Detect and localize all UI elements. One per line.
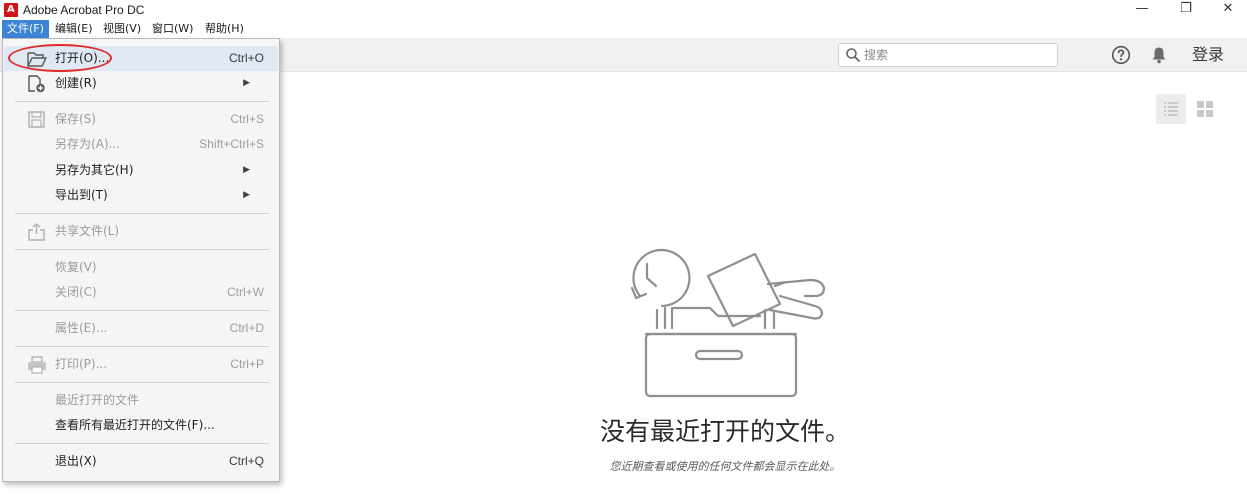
menu-item-exit[interactable]: 退出(X) Ctrl+Q <box>4 449 278 474</box>
share-icon <box>28 223 45 241</box>
file-menu-dropdown: 打开(O)... Ctrl+O 创建(R) ▶ 保存(S) Ctrl+S 另存为… <box>2 38 280 482</box>
login-button[interactable]: 登录 <box>1186 43 1230 67</box>
menu-item-save-as-other[interactable]: 另存为其它(H) ▶ <box>4 158 278 183</box>
menu-item-share[interactable]: 共享文件(L) <box>4 219 278 244</box>
menu-divider <box>15 382 269 383</box>
menu-divider <box>15 213 269 214</box>
grid-view-icon[interactable] <box>1195 99 1215 119</box>
list-view-toggle[interactable] <box>1156 94 1186 124</box>
search-icon <box>846 48 860 62</box>
menu-edit[interactable]: 编辑(E) <box>50 20 98 38</box>
menu-item-properties[interactable]: 属性(E)... Ctrl+D <box>4 316 278 341</box>
menu-item-print[interactable]: 打印(P)... Ctrl+P <box>4 352 278 377</box>
menu-item-save-as[interactable]: 另存为(A)... Shift+Ctrl+S <box>4 132 278 157</box>
menu-help[interactable]: 帮助(H) <box>200 20 249 38</box>
acrobat-logo-icon: A <box>4 3 18 17</box>
help-icon[interactable] <box>1111 45 1131 65</box>
title-bar: A Adobe Acrobat Pro DC — ❐ ✕ <box>0 0 1247 20</box>
menu-bar: 文件(F) 编辑(E) 视图(V) 窗口(W) 帮助(H) <box>0 20 1247 38</box>
menu-divider <box>15 443 269 444</box>
search-box[interactable] <box>838 43 1058 67</box>
restore-button[interactable]: ❐ <box>1166 0 1206 20</box>
menu-view[interactable]: 视图(V) <box>98 20 146 38</box>
empty-state-title: 没有最近打开的文件。 <box>599 417 850 446</box>
menu-divider <box>15 310 269 311</box>
submenu-arrow-icon: ▶ <box>243 78 250 88</box>
window-title: Adobe Acrobat Pro DC <box>23 3 145 17</box>
menu-divider <box>15 249 269 250</box>
menu-item-revert[interactable]: 恢复(V) <box>4 255 278 280</box>
save-icon <box>28 111 45 128</box>
menu-divider <box>15 346 269 347</box>
printer-icon <box>28 356 46 374</box>
search-input[interactable] <box>864 46 1054 64</box>
menu-item-close[interactable]: 关闭(C) Ctrl+W <box>4 280 278 305</box>
list-view-icon <box>1164 102 1178 116</box>
menu-window[interactable]: 窗口(W) <box>147 20 198 38</box>
notification-bell-icon[interactable] <box>1150 46 1168 64</box>
annotation-circle <box>8 44 112 72</box>
submenu-arrow-icon: ▶ <box>243 165 250 175</box>
submenu-arrow-icon: ▶ <box>243 190 250 200</box>
empty-state-subtitle: 您近期查看或使用的任何文件都会显示在此处。 <box>609 460 841 473</box>
close-button[interactable]: ✕ <box>1208 0 1247 20</box>
minimize-button[interactable]: — <box>1122 0 1162 20</box>
empty-recent-files-illustration <box>630 248 826 398</box>
menu-item-create[interactable]: 创建(R) ▶ <box>4 71 278 96</box>
menu-item-save[interactable]: 保存(S) Ctrl+S <box>4 107 278 132</box>
menu-item-view-all-recent[interactable]: 查看所有最近打开的文件(F)... <box>4 413 278 438</box>
menu-item-export-to[interactable]: 导出到(T) ▶ <box>4 183 278 208</box>
menu-item-recent-files: 最近打开的文件 <box>55 393 140 407</box>
menu-file[interactable]: 文件(F) <box>2 20 49 38</box>
menu-divider <box>15 101 269 102</box>
create-pdf-icon <box>28 75 45 93</box>
